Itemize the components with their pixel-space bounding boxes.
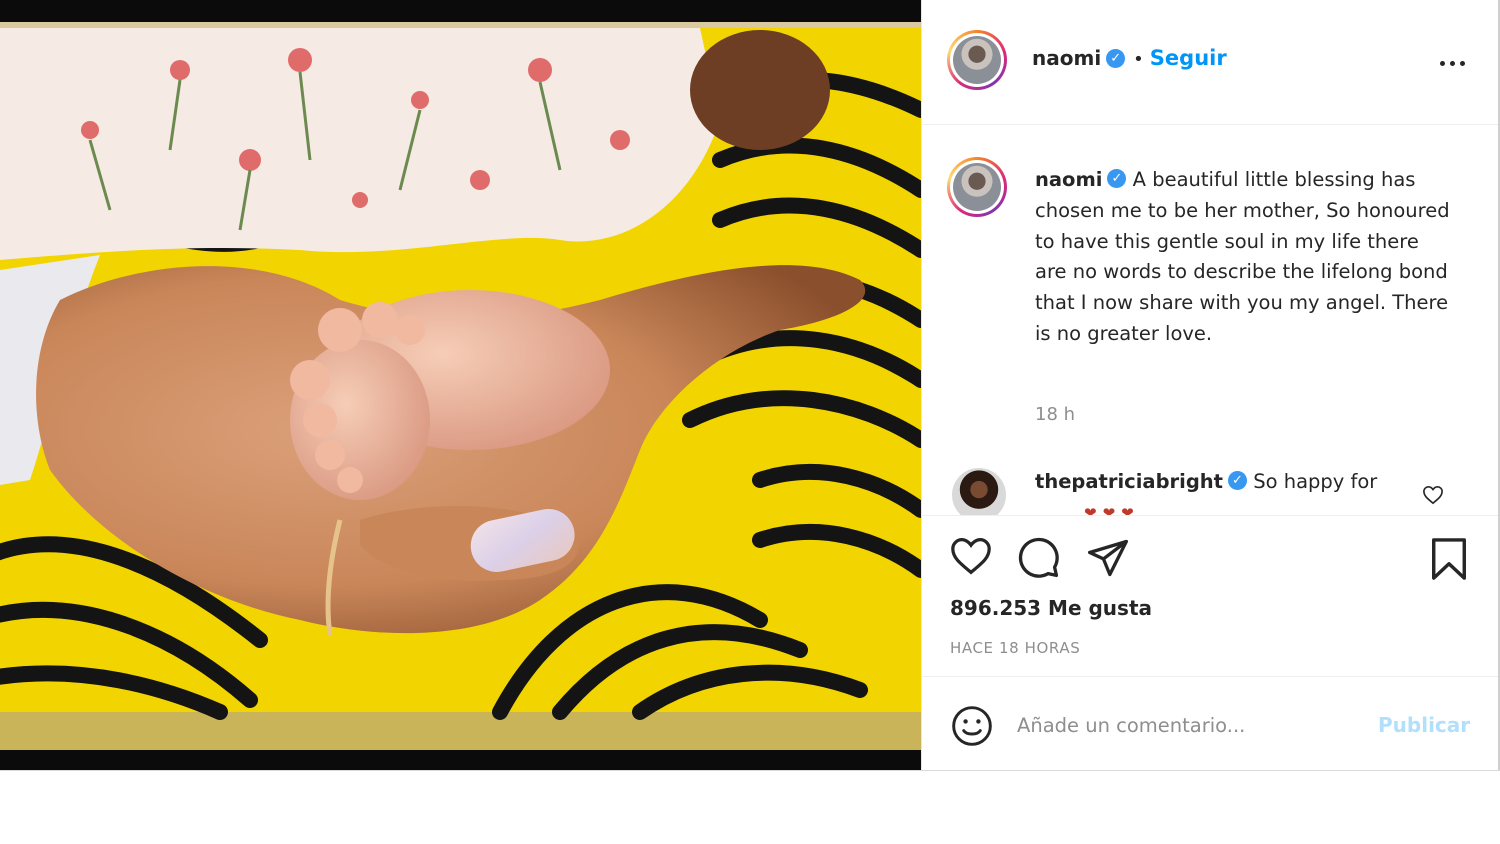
header-author-line: naomi ✓ • Seguir (1032, 46, 1227, 70)
comment-like-icon[interactable] (1422, 485, 1444, 509)
caption-text: A beautiful little blessing has chosen m… (1035, 168, 1450, 345)
verified-badge-icon: ✓ (1228, 471, 1247, 490)
follow-button[interactable]: Seguir (1150, 46, 1227, 70)
bottom-divider (0, 770, 1500, 771)
post-header: naomi ✓ • Seguir (922, 0, 1500, 125)
post-photo[interactable] (0, 0, 921, 771)
comment-text: So happy for (1253, 470, 1378, 493)
commenter-username[interactable]: thepatriciabright (1035, 470, 1223, 493)
post-caption: naomi ✓ A beautiful little blessing has c… (1035, 165, 1455, 350)
heart-icon[interactable] (949, 536, 993, 580)
publish-button[interactable]: Publicar (1378, 713, 1470, 737)
posted-time: HACE 18 HORAS (950, 639, 1081, 657)
add-comment-bar: Publicar (922, 676, 1500, 771)
comment-icon[interactable] (1017, 536, 1061, 584)
caption-time[interactable]: 18 h (1035, 404, 1075, 425)
separator-dot: • (1133, 49, 1144, 70)
comment-emoji: ❤❤❤ (1084, 504, 1140, 515)
comment-item: thepatriciabright ✓ So happy for ❤❤❤ (922, 460, 1500, 515)
bookmark-icon[interactable] (1428, 536, 1470, 586)
author-avatar[interactable] (947, 30, 1007, 90)
comment-input[interactable] (1017, 705, 1347, 745)
comment-content: thepatriciabright ✓ So happy for (1035, 470, 1377, 493)
caption-username[interactable]: naomi (1035, 168, 1102, 191)
caption-avatar[interactable] (947, 157, 1007, 217)
post-image (0, 0, 921, 771)
verified-badge-icon: ✓ (1106, 49, 1126, 68)
share-icon[interactable] (1086, 536, 1130, 584)
post-actions: 896.253 Me gusta HACE 18 HORAS (922, 515, 1500, 676)
avatar-image (953, 36, 1001, 84)
more-options-icon[interactable] (1438, 53, 1468, 73)
author-username[interactable]: naomi (1032, 46, 1101, 70)
emoji-icon[interactable] (950, 704, 994, 752)
verified-badge-icon: ✓ (1107, 169, 1127, 188)
post-side-panel: naomi ✓ • Seguir naomi ✓ A beautiful little … (921, 0, 1500, 771)
commenter-avatar[interactable] (952, 468, 1006, 515)
likes-count[interactable]: 896.253 Me gusta (950, 596, 1152, 620)
avatar-image (953, 163, 1001, 211)
